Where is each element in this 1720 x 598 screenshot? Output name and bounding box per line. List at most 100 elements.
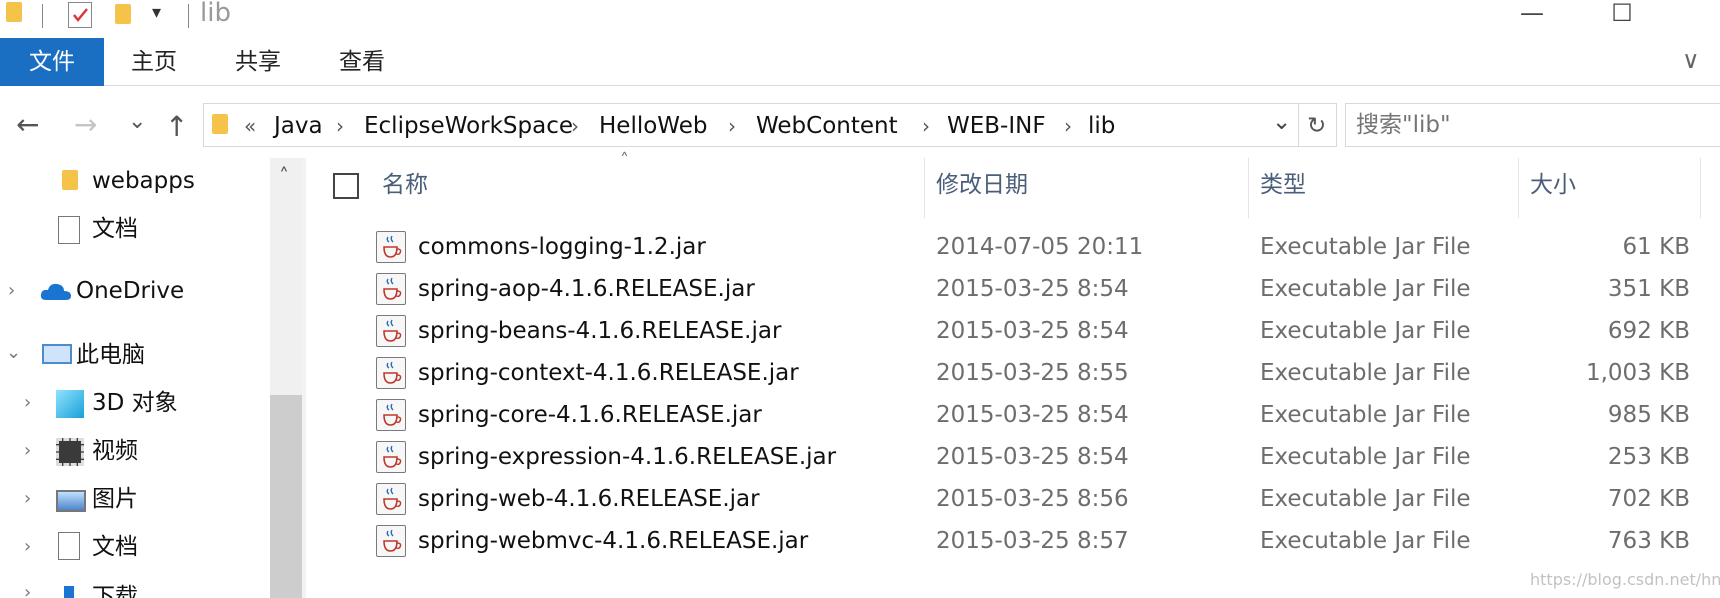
maximize-button[interactable]: ☐ bbox=[1592, 0, 1652, 26]
file-type: Executable Jar File bbox=[1260, 276, 1471, 302]
up-button[interactable]: ↑ bbox=[165, 107, 188, 147]
nav-item-documents-pc[interactable]: 文档 bbox=[92, 532, 138, 562]
file-name: commons-logging-1.2.jar bbox=[418, 234, 706, 260]
chevron-right-icon[interactable]: › bbox=[24, 388, 31, 418]
search-box[interactable] bbox=[1345, 103, 1720, 147]
breadcrumb-overflow[interactable]: « bbox=[244, 104, 256, 148]
jar-file-icon bbox=[376, 357, 406, 389]
breadcrumb-web-inf[interactable]: WEB-INF bbox=[947, 104, 1046, 148]
column-header-size[interactable]: 大小 bbox=[1530, 170, 1576, 200]
window-title: lib bbox=[200, 0, 231, 28]
select-all-checkbox[interactable] bbox=[333, 173, 359, 199]
recent-locations-button[interactable]: ⌄ bbox=[128, 102, 146, 142]
refresh-icon: ↻ bbox=[1307, 113, 1327, 139]
title-bar: ▾ lib — ☐ bbox=[0, 0, 1720, 36]
refresh-button[interactable]: ↻ bbox=[1299, 103, 1337, 147]
chevron-right-icon[interactable]: › bbox=[24, 436, 31, 466]
scroll-up-button[interactable]: ˄ bbox=[279, 164, 289, 188]
jar-file-icon bbox=[376, 315, 406, 347]
customize-toolbar-icon[interactable]: ▾ bbox=[152, 2, 161, 23]
file-size: 61 KB bbox=[1622, 234, 1690, 260]
jar-file-icon bbox=[376, 273, 406, 305]
breadcrumb-separator[interactable]: › bbox=[336, 104, 344, 148]
file-date: 2015-03-25 8:54 bbox=[936, 402, 1129, 428]
column-divider[interactable] bbox=[1700, 158, 1701, 218]
column-header-name[interactable]: 名称 bbox=[382, 170, 428, 200]
nav-item-this-pc[interactable]: 此电脑 bbox=[76, 340, 145, 370]
column-divider[interactable] bbox=[924, 158, 925, 218]
breadcrumb-java[interactable]: Java bbox=[274, 104, 323, 148]
column-header-type[interactable]: 类型 bbox=[1260, 170, 1306, 200]
folder-icon bbox=[212, 114, 228, 134]
nav-scrollbar-thumb[interactable] bbox=[270, 395, 302, 598]
file-size: 253 KB bbox=[1607, 444, 1690, 470]
folder-icon bbox=[6, 2, 22, 22]
file-size: 692 KB bbox=[1607, 318, 1690, 344]
separator bbox=[42, 4, 43, 28]
video-icon bbox=[56, 438, 84, 466]
tab-view[interactable]: 查看 bbox=[326, 38, 398, 86]
file-row[interactable]: commons-logging-1.2.jar 2014-07-05 20:11 E… bbox=[370, 226, 1690, 268]
file-row[interactable]: spring-aop-4.1.6.RELEASE.jar 2015-03-25 8… bbox=[370, 268, 1690, 310]
chevron-right-icon[interactable]: › bbox=[24, 578, 31, 598]
nav-item-pictures[interactable]: 图片 bbox=[92, 484, 138, 514]
nav-item-videos[interactable]: 视频 bbox=[92, 436, 138, 466]
file-name: spring-context-4.1.6.RELEASE.jar bbox=[418, 360, 799, 386]
document-icon bbox=[58, 216, 80, 244]
breadcrumb-separator[interactable]: › bbox=[571, 104, 579, 148]
breadcrumb-separator[interactable]: › bbox=[728, 104, 736, 148]
file-row[interactable]: spring-expression-4.1.6.RELEASE.jar 2015-… bbox=[370, 436, 1690, 478]
file-date: 2014-07-05 20:11 bbox=[936, 234, 1144, 260]
column-header-date[interactable]: 修改日期 bbox=[936, 170, 1028, 200]
breadcrumb-lib[interactable]: lib bbox=[1088, 104, 1115, 148]
file-type: Executable Jar File bbox=[1260, 318, 1471, 344]
column-divider[interactable] bbox=[1248, 158, 1249, 218]
address-dropdown-button[interactable]: ⌄ bbox=[1272, 100, 1291, 144]
back-button[interactable]: ← bbox=[16, 105, 39, 145]
tab-share[interactable]: 共享 bbox=[222, 38, 294, 86]
file-name: spring-aop-4.1.6.RELEASE.jar bbox=[418, 276, 755, 302]
file-row[interactable]: spring-web-4.1.6.RELEASE.jar 2015-03-25 8… bbox=[370, 478, 1690, 520]
file-row[interactable]: spring-webmvc-4.1.6.RELEASE.jar 2015-03-2… bbox=[370, 520, 1690, 562]
ribbon-expand-button[interactable]: ∨ bbox=[1682, 46, 1700, 74]
nav-item-downloads[interactable]: 下载 bbox=[92, 582, 138, 598]
minimize-button[interactable]: — bbox=[1502, 0, 1562, 26]
file-date: 2015-03-25 8:54 bbox=[936, 276, 1129, 302]
nav-item-documents[interactable]: 文档 bbox=[92, 214, 138, 244]
watermark: https://blog.csdn.net/hne71 bbox=[1530, 570, 1720, 589]
jar-file-icon bbox=[376, 525, 406, 557]
chevron-down-icon[interactable]: ⌄ bbox=[6, 338, 21, 368]
breadcrumb-webcontent[interactable]: WebContent bbox=[756, 104, 898, 148]
chevron-right-icon[interactable]: › bbox=[8, 276, 15, 306]
cube-icon bbox=[56, 390, 84, 418]
file-row[interactable]: spring-context-4.1.6.RELEASE.jar 2015-03-… bbox=[370, 352, 1690, 394]
forward-button[interactable]: → bbox=[74, 105, 97, 145]
file-date: 2015-03-25 8:57 bbox=[936, 528, 1129, 554]
breadcrumb-separator[interactable]: › bbox=[922, 104, 930, 148]
tab-file[interactable]: 文件 bbox=[0, 38, 104, 86]
jar-file-icon bbox=[376, 399, 406, 431]
properties-icon[interactable] bbox=[68, 2, 92, 28]
jar-file-icon bbox=[376, 441, 406, 473]
nav-item-onedrive[interactable]: OneDrive bbox=[76, 276, 184, 306]
chevron-right-icon[interactable]: › bbox=[24, 484, 31, 514]
pane-divider[interactable] bbox=[302, 158, 306, 598]
column-divider[interactable] bbox=[1518, 158, 1519, 218]
file-date: 2015-03-25 8:54 bbox=[936, 318, 1129, 344]
file-row[interactable]: spring-beans-4.1.6.RELEASE.jar 2015-03-25… bbox=[370, 310, 1690, 352]
breadcrumb-separator[interactable]: › bbox=[1064, 104, 1072, 148]
file-row[interactable]: spring-core-4.1.6.RELEASE.jar 2015-03-25 … bbox=[370, 394, 1690, 436]
address-bar[interactable]: « Java › EclipseWorkSpace › HelloWeb › W… bbox=[203, 103, 1299, 147]
file-date: 2015-03-25 8:54 bbox=[936, 444, 1129, 470]
picture-icon bbox=[56, 490, 86, 512]
chevron-right-icon[interactable]: › bbox=[24, 532, 31, 562]
new-folder-icon[interactable] bbox=[115, 4, 131, 24]
breadcrumb-helloweb[interactable]: HelloWeb bbox=[599, 104, 707, 148]
separator bbox=[188, 4, 189, 28]
breadcrumb-eclipseworkspace[interactable]: EclipseWorkSpace bbox=[364, 104, 573, 148]
nav-item-webapps[interactable]: webapps bbox=[92, 166, 195, 196]
tab-home[interactable]: 主页 bbox=[118, 38, 190, 86]
file-size: 702 KB bbox=[1607, 486, 1690, 512]
search-input[interactable] bbox=[1356, 110, 1696, 140]
nav-item-3d-objects[interactable]: 3D 对象 bbox=[92, 388, 178, 418]
